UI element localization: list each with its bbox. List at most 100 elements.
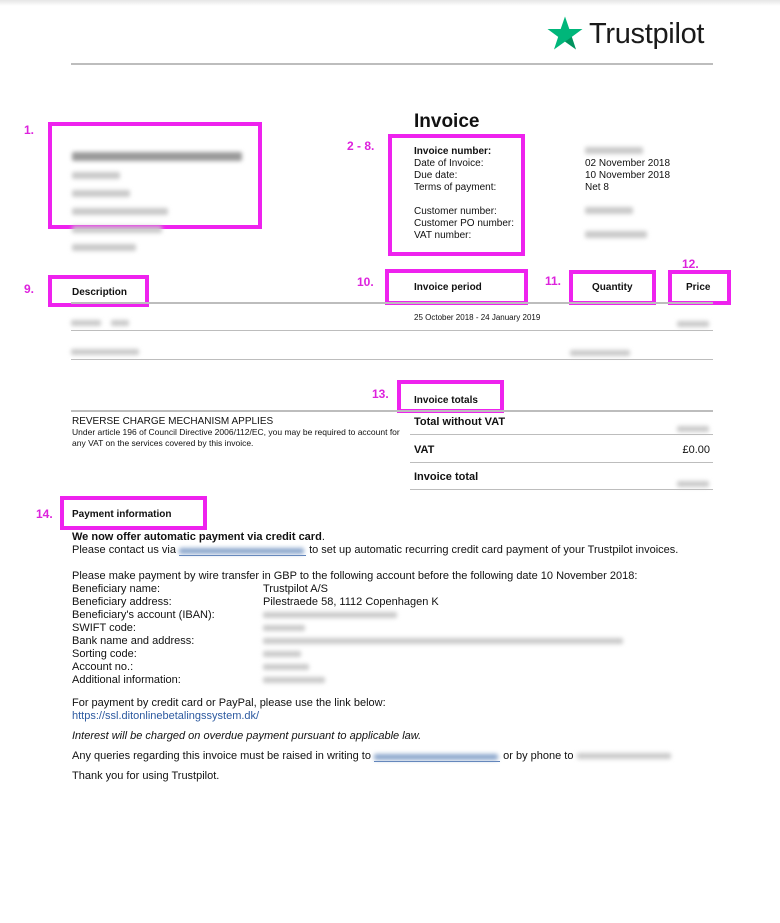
logo-text: Trustpilot	[589, 17, 705, 50]
annotation-number: 1.	[24, 123, 35, 137]
redacted-iban	[263, 612, 397, 618]
redacted-company-name	[72, 152, 242, 161]
terms-of-payment-label: Terms of payment:	[414, 182, 497, 193]
reverse-charge-title: REVERSE CHARGE MECHANISM APPLIES	[72, 416, 274, 427]
bank-detail-row: Beneficiary address: Pilestraede 58, 1112…	[72, 596, 623, 609]
annotation-number: 12.	[682, 257, 699, 271]
queries-email-link[interactable]	[374, 751, 501, 762]
accounting-email-link[interactable]	[179, 545, 307, 556]
redacted-invoice-number	[585, 147, 643, 154]
total-without-vat-label: Total without VAT	[414, 416, 506, 428]
totals-row-divider	[410, 434, 713, 435]
redacted-line	[72, 172, 120, 179]
recipient-address	[72, 148, 242, 256]
redacted-additional-info	[263, 677, 325, 683]
reverse-charge-notice: REVERSE CHARGE MECHANISM APPLIES Under a…	[72, 416, 402, 449]
payment-information-header: Payment information	[72, 509, 172, 520]
vat-value: £0.00	[682, 444, 710, 456]
annotation-number: 9.	[24, 282, 35, 296]
bank-detail-row: Account no.:	[72, 661, 623, 674]
annotation-number: 13.	[372, 387, 389, 401]
redacted-account-no	[263, 664, 309, 670]
vat-label: VAT	[414, 444, 435, 456]
description-header: Description	[72, 287, 128, 298]
redacted-sorting-code	[263, 651, 301, 657]
annotation-number: 14.	[36, 507, 53, 521]
customer-number-label: Customer number:	[414, 206, 497, 217]
redacted-description	[71, 349, 139, 355]
redacted-phone-number	[576, 753, 671, 759]
row-invoice-period: 25 October 2018 - 24 January 2019	[414, 313, 541, 322]
redacted-bank-address	[263, 638, 623, 644]
auto-payment-headline: We now offer automatic payment via credi…	[72, 531, 322, 543]
quantity-header: Quantity	[592, 282, 633, 293]
vat-number-label: VAT number:	[414, 230, 472, 241]
redacted-customer-number	[585, 207, 633, 214]
bank-detail-row: Additional information:	[72, 674, 623, 687]
invoice-period-header: Invoice period	[414, 282, 482, 293]
annotation-number: 10.	[357, 275, 374, 289]
totals-row-divider	[410, 489, 713, 490]
bank-detail-row: Sorting code:	[72, 648, 623, 661]
due-date-value: 10 November 2018	[585, 170, 671, 181]
star-icon	[547, 16, 583, 50]
detail-label: Account no.:	[72, 661, 134, 673]
thank-you-text: Thank you for using Trustpilot.	[72, 770, 220, 782]
redacted-quantity	[570, 350, 630, 356]
invoice-totals-header: Invoice totals	[414, 395, 478, 406]
detail-label: Beneficiary name:	[72, 583, 161, 595]
invoice-total-label: Invoice total	[414, 471, 479, 483]
table-row	[71, 313, 130, 331]
page-top-shadow	[0, 0, 780, 6]
due-date-label: Due date:	[414, 170, 458, 181]
bank-detail-row: Bank name and address:	[72, 635, 623, 648]
detail-label: Beneficiary address:	[72, 596, 172, 608]
detail-label: Additional information:	[72, 674, 181, 686]
redacted-line	[72, 226, 162, 233]
detail-value: Trustpilot A/S	[263, 583, 329, 595]
redacted-line	[72, 208, 168, 215]
annotation-number: 2 - 8.	[347, 139, 375, 153]
header-divider	[71, 63, 713, 65]
reverse-charge-body: Under article 196 of Council Directive 2…	[72, 427, 400, 448]
invoice-meta-values: 02 November 2018 10 November 2018 Net 8	[585, 146, 670, 242]
detail-label: Sorting code:	[72, 648, 137, 660]
totals-divider	[71, 410, 713, 412]
trustpilot-logo: Trustpilot	[545, 14, 704, 54]
customer-po-number-label: Customer PO number:	[414, 218, 515, 229]
payment-link[interactable]: https://ssl.ditonlinebetalingssystem.dk/	[72, 710, 712, 723]
contact-text-pre: Please contact us via	[72, 544, 176, 556]
date-of-invoice-label: Date of Invoice:	[414, 158, 484, 169]
detail-label: SWIFT code:	[72, 622, 136, 634]
bank-details-table: Beneficiary name: Trustpilot A/S Benefici…	[72, 583, 623, 687]
detail-value: Pilestraede 58, 1112 Copenhagen K	[263, 596, 439, 608]
annotation-number: 11.	[545, 274, 562, 288]
redacted-total-without-vat	[677, 426, 709, 432]
redacted-description	[111, 320, 130, 326]
redacted-description	[71, 320, 101, 326]
terms-of-payment-value: Net 8	[585, 182, 609, 193]
auto-payment-period: .	[321, 531, 325, 543]
queries-text-mid: or by phone to	[503, 750, 574, 762]
row-divider	[71, 359, 713, 360]
redacted-line	[72, 190, 130, 197]
bank-detail-row: Beneficiary name: Trustpilot A/S	[72, 583, 623, 596]
redacted-swift	[263, 625, 305, 631]
totals-row-divider	[410, 462, 713, 463]
date-of-invoice-value: 02 November 2018	[585, 158, 671, 169]
price-header: Price	[686, 282, 711, 293]
row-divider	[71, 330, 713, 331]
contact-text-post: to set up automatic recurring credit car…	[309, 544, 679, 556]
card-paypal-text: For payment by credit card or PayPal, pl…	[72, 697, 386, 709]
invoice-meta-labels: Invoice number: Date of Invoice: Due dat…	[414, 146, 514, 242]
wire-transfer-intro: Please make payment by wire transfer in …	[72, 570, 638, 582]
table-header-divider	[71, 302, 713, 304]
redacted-invoice-total	[677, 481, 709, 487]
redacted-price	[677, 321, 709, 327]
invoice-title: Invoice	[414, 111, 480, 132]
queries-text-pre: Any queries regarding this invoice must …	[72, 750, 371, 762]
detail-label: Bank name and address:	[72, 635, 195, 647]
interest-notice: Interest will be charged on overdue paym…	[72, 730, 422, 742]
redacted-line	[72, 244, 136, 251]
payment-section: We now offer automatic payment via credi…	[72, 531, 712, 783]
